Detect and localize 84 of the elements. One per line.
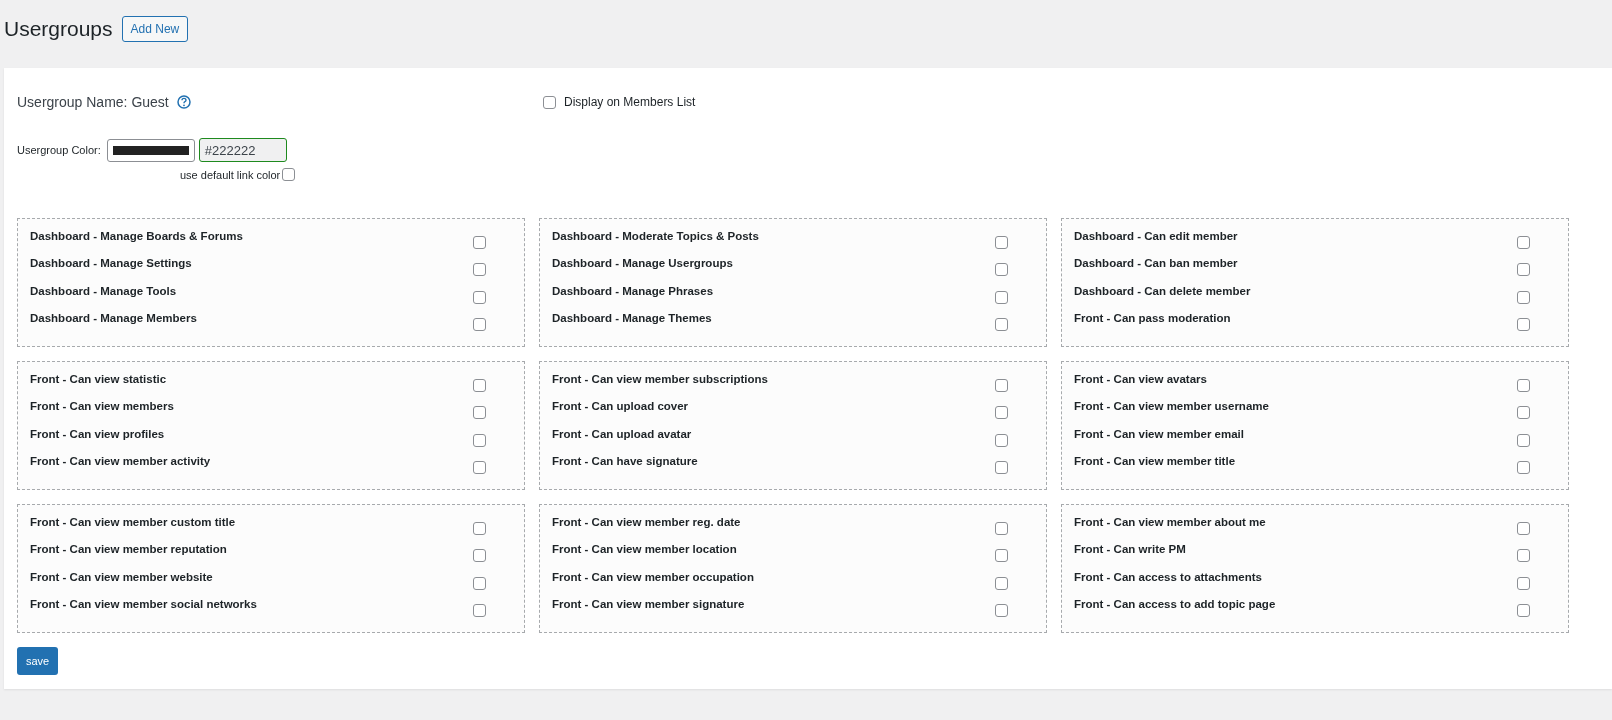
checkbox[interactable] xyxy=(1517,379,1530,392)
checkbox[interactable] xyxy=(473,317,486,331)
color-hex-field[interactable]: #222222 xyxy=(198,138,287,162)
color-picker[interactable] xyxy=(106,138,195,162)
checkbox[interactable] xyxy=(995,603,1008,617)
checkbox[interactable] xyxy=(473,290,486,304)
permission-label: Front - Can view statistic xyxy=(30,373,167,387)
checkbox[interactable] xyxy=(1517,236,1530,249)
checkbox[interactable] xyxy=(1517,433,1530,447)
permission-label: Dashboard - Can edit member xyxy=(1074,230,1238,244)
checkbox[interactable] xyxy=(995,236,1008,249)
checkbox[interactable] xyxy=(473,576,486,590)
checkbox[interactable] xyxy=(473,236,486,249)
page-title: Usergroups xyxy=(4,16,113,41)
checkbox[interactable] xyxy=(1517,603,1530,617)
permission-label: Front - Can view member location xyxy=(552,543,737,558)
save-button[interactable]: save xyxy=(17,647,59,675)
permission-label: Front - Can upload cover xyxy=(552,400,689,415)
permission-label: Front - Can access to attachments xyxy=(1074,570,1262,585)
checkbox[interactable] xyxy=(1517,290,1530,304)
checkbox[interactable] xyxy=(995,549,1008,563)
checkbox[interactable] xyxy=(473,433,486,447)
permission-label: Front - Can view members xyxy=(30,400,174,415)
permission-label: Dashboard - Manage Boards & Forums xyxy=(30,230,243,244)
checkbox[interactable] xyxy=(543,95,556,109)
usergroup-name: Usergroup Name: Guest xyxy=(17,94,169,110)
permission-label: Front - Can view member occupation xyxy=(552,570,754,585)
checkbox[interactable] xyxy=(1517,406,1530,420)
add-new-button[interactable]: Add New xyxy=(121,15,189,42)
permission-label: Front - Can view member signature xyxy=(552,597,745,612)
permission-label: Front - Can pass moderation xyxy=(1074,311,1231,326)
checkbox[interactable] xyxy=(1517,263,1530,277)
checkbox[interactable] xyxy=(1517,317,1530,331)
permission-label: Front - Can access to add topic page xyxy=(1074,597,1276,612)
checkbox[interactable] xyxy=(473,603,486,617)
permission-label: Dashboard - Manage Phrases xyxy=(552,284,714,299)
permission-label: Front - Can view member email xyxy=(1074,427,1244,442)
checkbox[interactable] xyxy=(473,549,486,563)
checkbox[interactable] xyxy=(473,522,486,535)
help-icon[interactable] xyxy=(176,95,191,109)
permission-label: Front - Can view member social networks xyxy=(30,597,257,612)
checkbox[interactable] xyxy=(473,263,486,277)
checkbox[interactable] xyxy=(995,317,1008,331)
checkbox[interactable] xyxy=(473,379,486,392)
display-on-members-label: Display on Members List xyxy=(564,95,696,109)
checkbox[interactable] xyxy=(1517,522,1530,535)
checkbox[interactable] xyxy=(995,263,1008,277)
permission-label: Dashboard - Moderate Topics & Posts xyxy=(552,230,759,244)
permission-label: Dashboard - Manage Themes xyxy=(552,311,712,326)
checkbox[interactable] xyxy=(995,433,1008,447)
permission-label: Dashboard - Can ban member xyxy=(1074,257,1238,272)
permission-label: Front - Can have signature xyxy=(552,454,698,469)
permission-label: Front - Can view profiles xyxy=(30,427,165,442)
checkbox[interactable] xyxy=(1517,576,1530,590)
permission-label: Front - Can view member reg. date xyxy=(552,516,741,530)
checkbox[interactable] xyxy=(995,460,1008,474)
permission-label: Dashboard - Manage Settings xyxy=(30,257,192,272)
permission-label: Front - Can view member website xyxy=(30,570,213,585)
checkbox[interactable] xyxy=(995,522,1008,535)
checkbox[interactable] xyxy=(1517,549,1530,563)
checkbox[interactable] xyxy=(473,460,486,474)
permission-label: Front - Can view member about me xyxy=(1074,516,1266,530)
checkbox[interactable] xyxy=(282,168,296,181)
permission-label: Front - Can view member username xyxy=(1074,400,1269,415)
permission-label: Front - Can view member activity xyxy=(30,454,211,469)
checkbox[interactable] xyxy=(995,576,1008,590)
checkbox[interactable] xyxy=(995,406,1008,420)
permission-label: Front - Can upload avatar xyxy=(552,427,692,442)
permission-label: Front - Can write PM xyxy=(1074,543,1186,558)
checkbox[interactable] xyxy=(1517,460,1530,474)
checkbox[interactable] xyxy=(995,379,1008,392)
checkbox[interactable] xyxy=(995,290,1008,304)
usergroup-color-label: Usergroup Color: xyxy=(17,144,101,156)
permission-label: Dashboard - Can delete member xyxy=(1074,284,1251,299)
permission-label: Front - Can view member title xyxy=(1074,454,1236,469)
permission-label: Dashboard - Manage Members xyxy=(30,311,197,326)
permission-label: Front - Can view member reputation xyxy=(30,543,227,558)
permission-label: Dashboard - Manage Tools xyxy=(30,284,177,299)
permission-label: Front - Can view member subscriptions xyxy=(552,373,768,387)
permission-label: Front - Can view avatars xyxy=(1074,373,1207,387)
default-link-color-label: use default link color xyxy=(180,168,281,181)
permission-label: Front - Can view member custom title xyxy=(30,516,236,530)
permission-label: Dashboard - Manage Usergroups xyxy=(552,257,733,272)
checkbox[interactable] xyxy=(473,406,486,420)
